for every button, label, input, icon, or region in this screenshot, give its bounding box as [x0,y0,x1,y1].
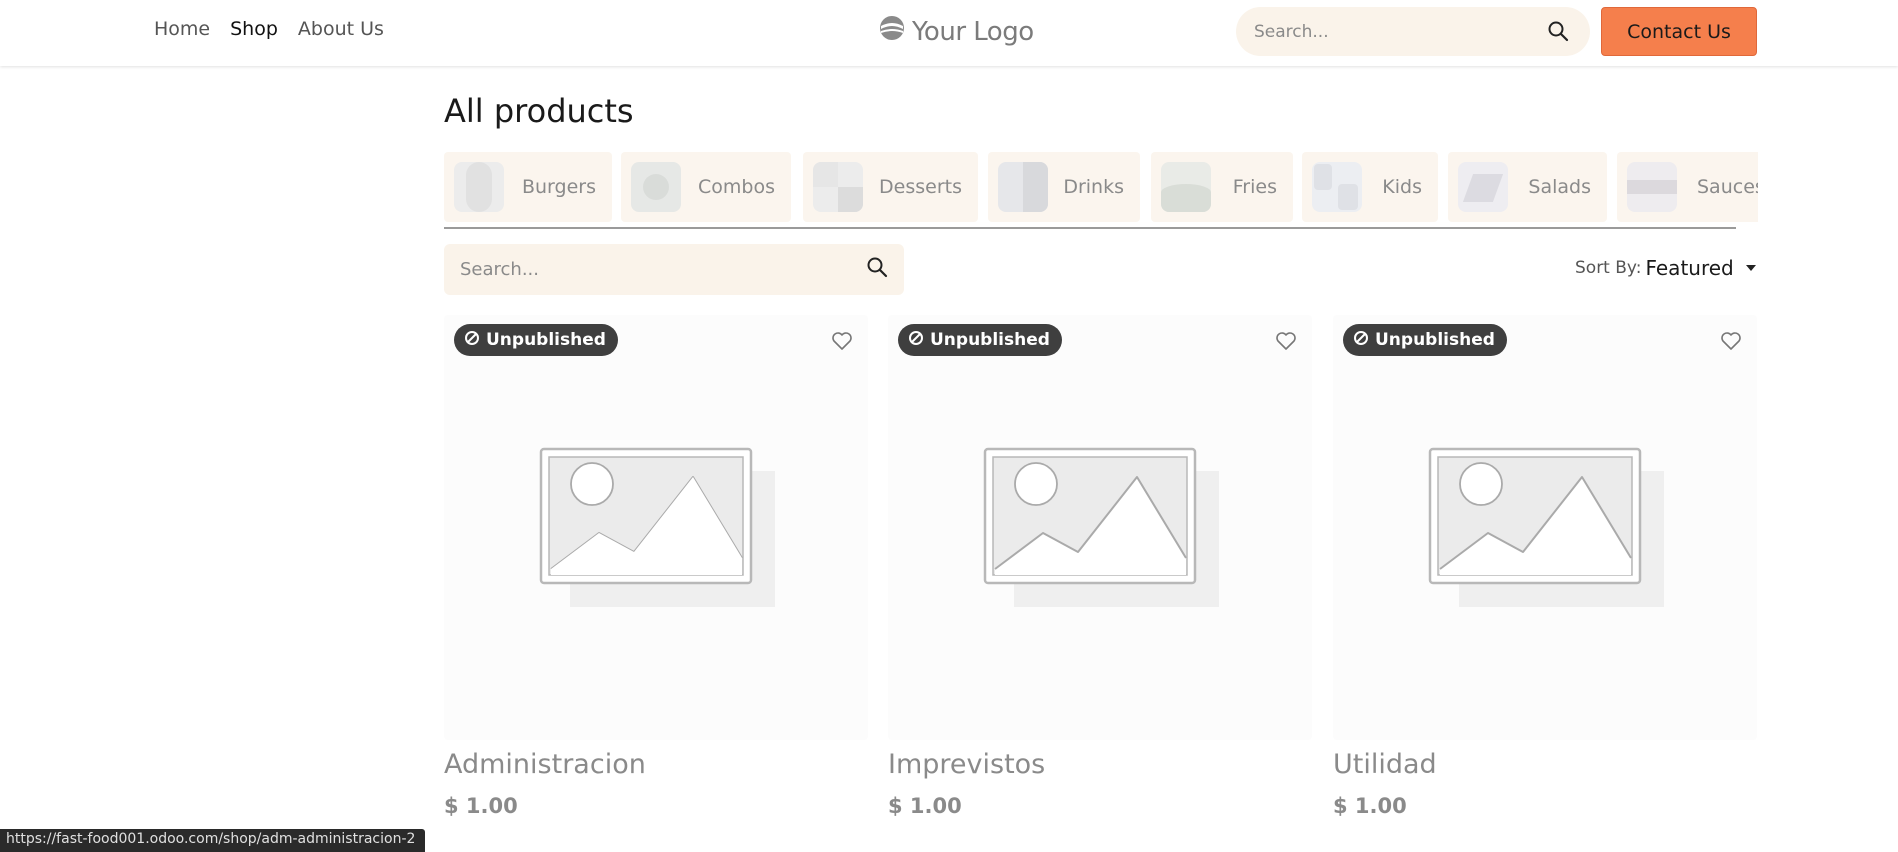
header-search-box [1236,7,1590,56]
category-thumbnail [1458,162,1508,212]
category-thumbnail [631,162,681,212]
category-thumbnail [1312,162,1362,212]
nav-shop[interactable]: Shop [230,18,278,40]
category-label: Kids [1382,176,1422,198]
category-sauces[interactable]: Sauces [1617,152,1758,222]
category-kids[interactable]: Kids [1302,152,1438,222]
ban-icon [908,330,924,351]
category-thumbnail [1161,162,1211,212]
products-search-box [444,244,904,295]
site-header: Home Shop About Us Your Logo Contact Us [0,0,1898,66]
nav-home[interactable]: Home [154,18,210,40]
product-price: $ 1.00 [444,794,518,818]
category-thumbnail [454,162,504,212]
category-salads[interactable]: Salads [1448,152,1607,222]
category-drinks[interactable]: Drinks [988,152,1140,222]
category-strip: Burgers Combos Desserts Drinks Fries Kid… [444,152,1758,222]
caret-down-icon [1745,265,1756,271]
category-label: Drinks [1063,176,1124,198]
logo-text: Your Logo [912,16,1034,47]
category-thumbnail [1627,162,1677,212]
product-card[interactable]: Unpublished [1333,315,1757,740]
status-bar-url: https://fast-food001.odoo.com/shop/adm-a… [0,829,426,852]
category-label: Burgers [521,176,596,198]
product-name[interactable]: Administracion [444,749,646,780]
page-title: All products [444,92,634,130]
contact-us-button[interactable]: Contact Us [1601,7,1757,56]
category-burgers[interactable]: Burgers [444,152,612,222]
status-badge: Unpublished [1343,324,1507,356]
badge-label: Unpublished [930,330,1050,350]
wishlist-heart-icon[interactable] [830,329,854,353]
header-search-input[interactable] [1254,7,1534,56]
ban-icon [1353,330,1369,351]
category-desserts[interactable]: Desserts [803,152,978,222]
category-thumbnail [813,162,863,212]
category-combos[interactable]: Combos [621,152,791,222]
product-card[interactable]: Unpublished [444,315,868,740]
ban-icon [464,330,480,351]
site-logo[interactable]: Your Logo [878,14,1034,49]
sort-label: Sort By: [1575,258,1642,278]
product-name[interactable]: Utilidad [1333,749,1437,780]
category-fries[interactable]: Fries [1151,152,1293,222]
category-label: Fries [1232,176,1277,198]
product-name[interactable]: Imprevistos [888,749,1045,780]
category-label: Desserts [879,176,962,198]
category-label: Sauces [1697,176,1758,198]
nav-about-us[interactable]: About Us [298,18,384,40]
products-search-icon[interactable] [866,256,892,282]
wishlist-heart-icon[interactable] [1719,329,1743,353]
category-thumbnail [998,162,1048,212]
status-badge: Unpublished [898,324,1062,356]
image-placeholder-icon [539,447,775,607]
image-placeholder-icon [1428,447,1664,607]
category-label: Combos [698,176,775,198]
sort-dropdown[interactable]: Sort By: Featured [1575,256,1756,280]
product-price: $ 1.00 [1333,794,1407,818]
products-search-input[interactable] [460,244,840,295]
badge-label: Unpublished [486,330,606,350]
main-nav: Home Shop About Us [154,18,384,40]
status-badge: Unpublished [454,324,618,356]
badge-label: Unpublished [1375,330,1495,350]
image-placeholder-icon [983,447,1219,607]
wishlist-heart-icon[interactable] [1274,329,1298,353]
header-search-icon[interactable] [1545,18,1571,44]
category-scroll-divider [444,227,1736,229]
sort-value: Featured [1645,256,1734,280]
category-label: Salads [1528,176,1591,198]
product-card[interactable]: Unpublished [888,315,1312,740]
product-price: $ 1.00 [888,794,962,818]
logo-icon [878,14,906,49]
